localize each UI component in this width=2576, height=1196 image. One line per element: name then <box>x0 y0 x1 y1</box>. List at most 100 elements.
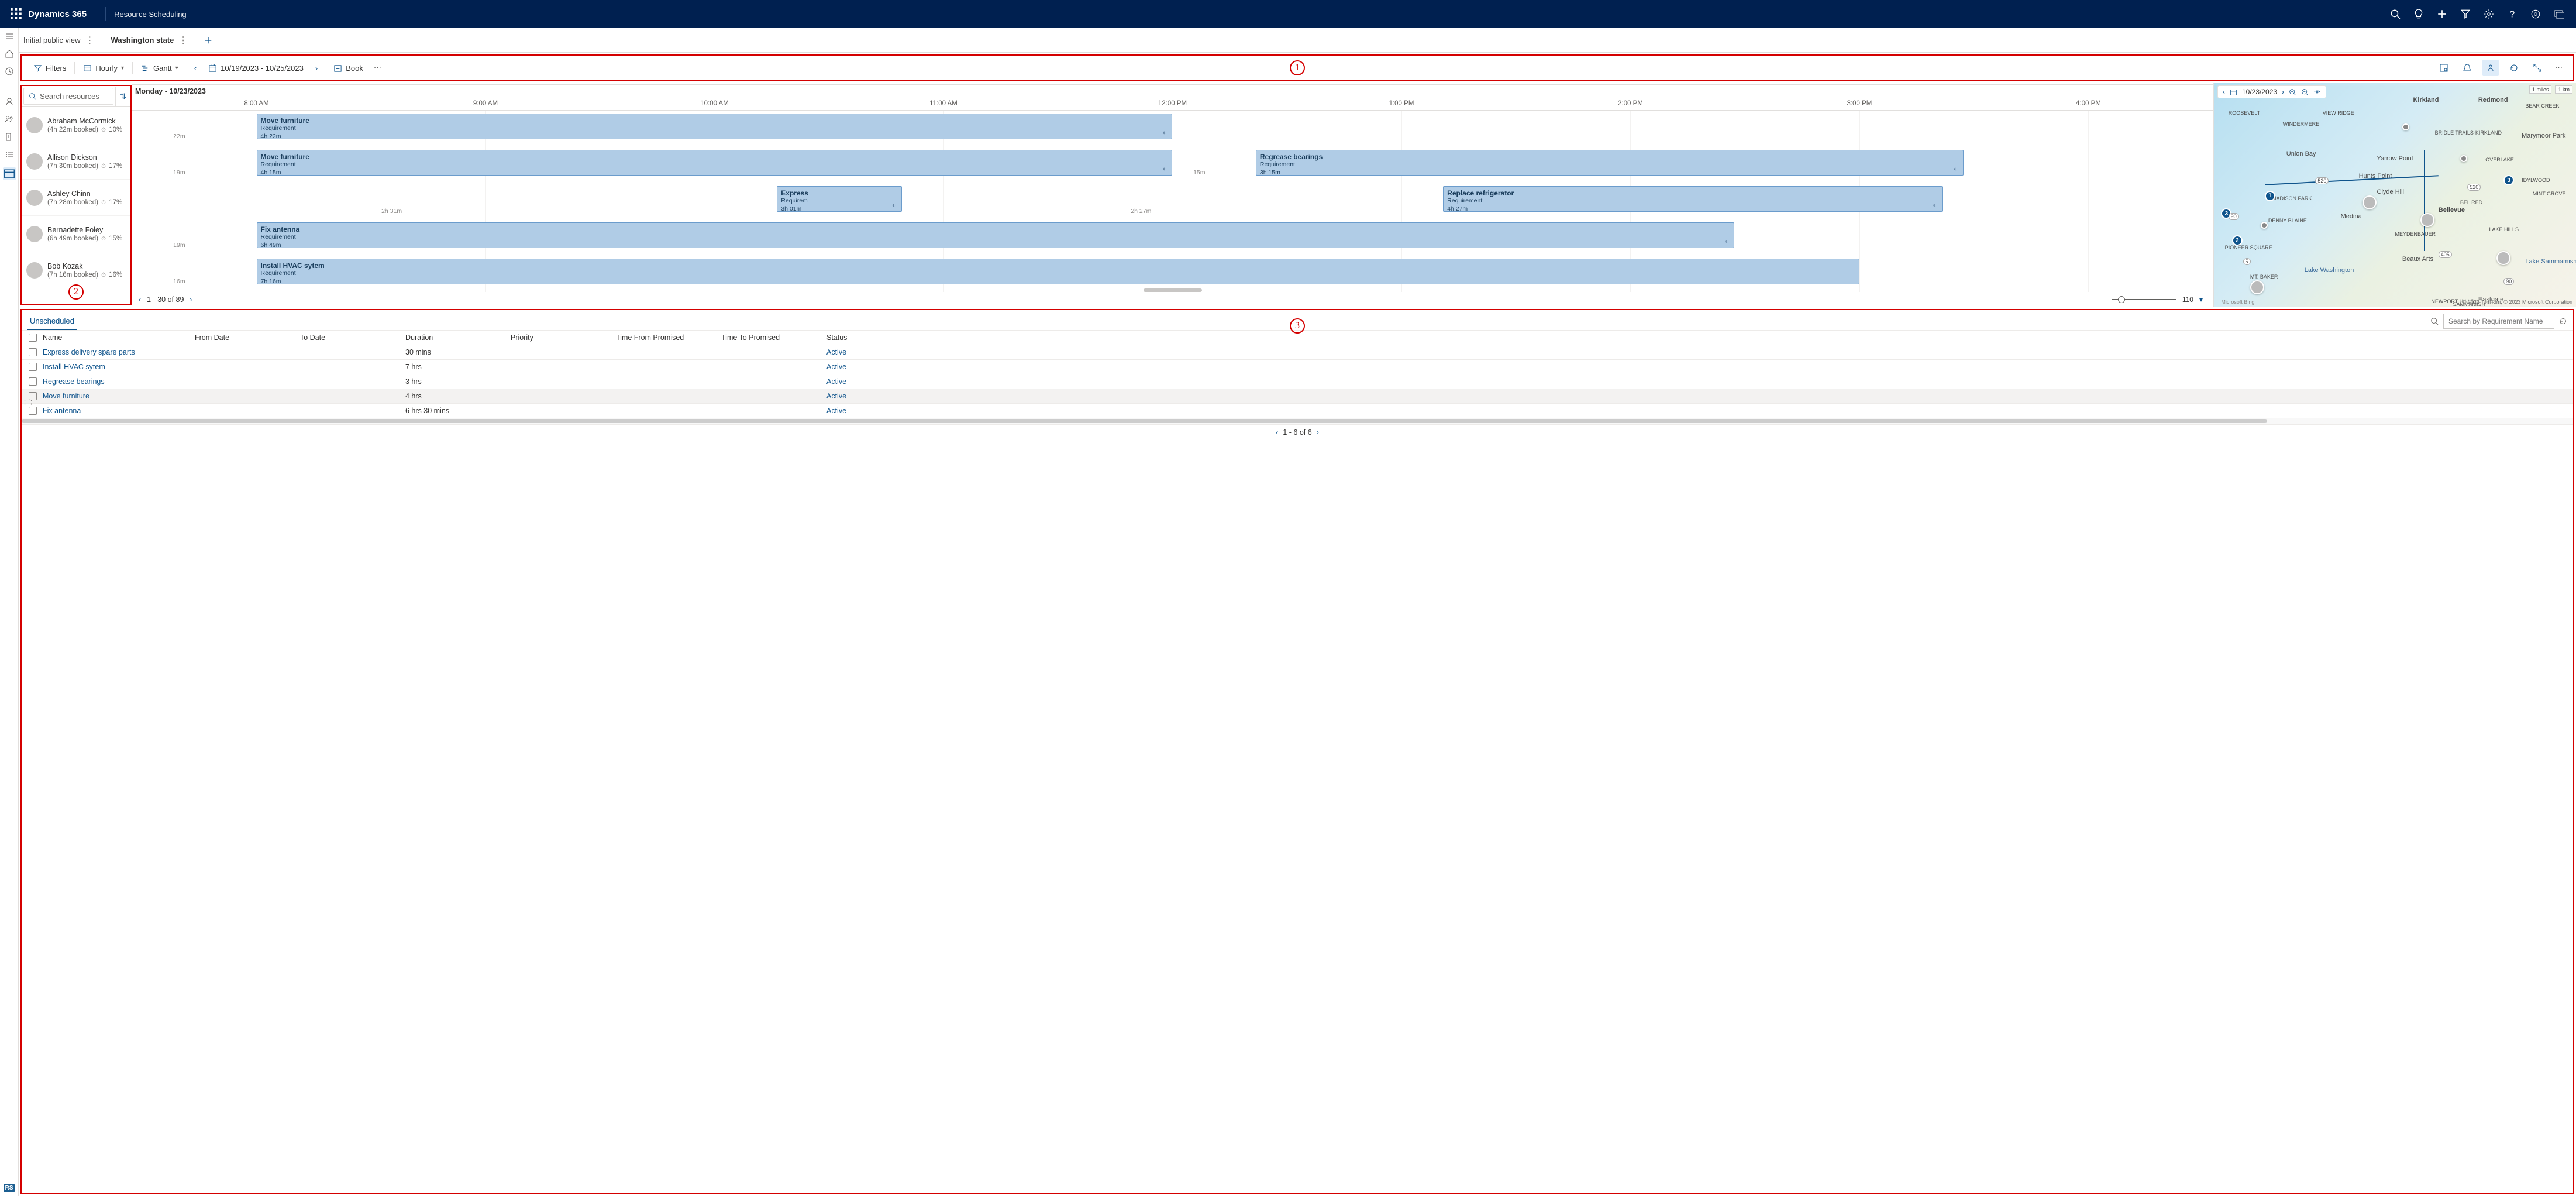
hourly-dropdown[interactable]: Hourly▾ <box>78 61 129 75</box>
col-duration[interactable]: Duration <box>405 334 511 342</box>
tab-unscheduled[interactable]: Unscheduled <box>27 313 77 330</box>
table-row[interactable]: Regrease bearings3 hrsActive <box>22 374 2573 389</box>
refresh-icon[interactable] <box>2559 317 2567 325</box>
legend-icon[interactable] <box>2482 60 2499 76</box>
table-row[interactable]: Move furniture4 hrsActive <box>22 389 2573 404</box>
map-panel[interactable]: ‹ 10/23/2023 › 1 miles1 km Kirkland Redm… <box>2213 83 2576 307</box>
view-current[interactable]: Washington state ⋮ <box>111 35 188 46</box>
select-all-checkbox[interactable] <box>29 334 37 342</box>
resource-search-input[interactable]: Search resources <box>23 88 113 105</box>
booking[interactable]: ExpressRequirem3h 01m◐ <box>777 186 902 212</box>
zoom-out-icon[interactable] <box>2301 88 2309 96</box>
row-checkbox[interactable] <box>29 407 37 415</box>
funnel-icon[interactable] <box>2460 9 2471 19</box>
req-name-link[interactable]: Install HVAC sytem <box>43 363 195 371</box>
hamburger-icon[interactable] <box>5 32 14 41</box>
booking[interactable]: Move furnitureRequirement4h 15m◐ <box>257 150 1173 176</box>
map-resource-pin[interactable] <box>2250 280 2264 294</box>
requirements-icon[interactable] <box>5 132 14 142</box>
booking[interactable]: Move furniture Requirement 4h 22m ◐ <box>257 114 1173 139</box>
resource-row[interactable]: Ashley Chinn(7h 28m booked) ⏱ 17% <box>22 180 130 216</box>
chat-icon[interactable] <box>2554 9 2564 19</box>
area-badge[interactable]: RS <box>4 1184 15 1192</box>
booking[interactable]: Install HVAC sytemRequirement7h 16m <box>257 259 1859 284</box>
row-checkbox[interactable] <box>29 377 37 386</box>
resource-row[interactable]: Allison Dickson(7h 30m booked) ⏱ 17% <box>22 143 130 180</box>
req-name-link[interactable]: Fix antenna <box>43 407 195 415</box>
more-icon[interactable]: ⋮ <box>85 35 95 46</box>
schedule-board-icon[interactable] <box>3 167 16 180</box>
resource-row[interactable]: Bob Kozak(7h 16m booked) ⏱ 16% <box>22 252 130 288</box>
drag-handle-icon[interactable]: ⋮⋮ <box>22 399 35 407</box>
map-dot[interactable] <box>2261 222 2268 229</box>
row-checkbox[interactable] <box>29 363 37 371</box>
more-icon[interactable]: ⋯ <box>2553 63 2566 73</box>
search-icon[interactable] <box>2430 317 2439 325</box>
zoom-in-icon[interactable] <box>2289 88 2296 96</box>
map-resource-pin[interactable] <box>2496 251 2510 265</box>
req-name-link[interactable]: Express delivery spare parts <box>43 348 195 356</box>
refresh-icon[interactable] <box>2506 60 2522 76</box>
wrench-icon[interactable] <box>2530 9 2541 19</box>
gear-icon[interactable] <box>2484 9 2494 19</box>
booking[interactable]: Regrease bearingsRequirement3h 15m◐ <box>1256 150 1964 176</box>
sort-icon[interactable]: ⇅ <box>115 87 130 106</box>
map-stop-1[interactable]: 1 <box>2265 191 2275 201</box>
next-page-icon[interactable]: › <box>1317 428 1319 437</box>
chevron-down-icon[interactable]: ▾ <box>2199 295 2203 304</box>
help-icon[interactable]: ? <box>2507 9 2518 19</box>
horizontal-scrollbar[interactable] <box>22 418 2573 424</box>
resource-icon[interactable] <box>5 97 14 106</box>
next-day-icon[interactable]: › <box>2282 88 2284 96</box>
requirement-search-input[interactable] <box>2443 314 2554 329</box>
date-range-picker[interactable]: 10/19/2023 - 10/25/2023 <box>204 61 308 75</box>
table-row[interactable]: Express delivery spare parts30 minsActiv… <box>22 345 2573 360</box>
prev-page-icon[interactable]: ‹ <box>139 295 141 304</box>
home-icon[interactable] <box>5 49 14 59</box>
resource-row[interactable]: Abraham McCormick(4h 22m booked) ⏱ 10% <box>22 107 130 143</box>
booking[interactable]: Replace refrigeratorRequirement4h 27m◐ <box>1443 186 1943 212</box>
map-resource-pin[interactable] <box>2363 195 2377 209</box>
row-checkbox[interactable] <box>29 348 37 356</box>
prev-day-icon[interactable]: ‹ <box>2223 88 2225 96</box>
req-name-link[interactable]: Move furniture <box>43 392 195 400</box>
col-to[interactable]: To Date <box>300 334 405 342</box>
list-icon[interactable] <box>5 150 14 159</box>
col-tfp[interactable]: Time From Promised <box>616 334 721 342</box>
req-name-link[interactable]: Regrease bearings <box>43 377 195 386</box>
filters-button[interactable]: Filters <box>29 61 71 75</box>
map-dot[interactable] <box>2402 123 2409 130</box>
col-from[interactable]: From Date <box>195 334 300 342</box>
resource-row[interactable]: Bernadette Foley(6h 49m booked) ⏱ 15% <box>22 216 130 252</box>
more-commands-icon[interactable]: ⋯ <box>371 63 385 73</box>
map-toggle-icon[interactable] <box>2436 60 2452 76</box>
next-range-button[interactable]: › <box>312 61 321 75</box>
zoom-slider[interactable] <box>2112 299 2176 300</box>
col-priority[interactable]: Priority <box>511 334 616 342</box>
next-page-icon[interactable]: › <box>190 295 192 304</box>
col-name[interactable]: Name <box>43 334 195 342</box>
prev-page-icon[interactable]: ‹ <box>1276 428 1278 437</box>
col-ttp[interactable]: Time To Promised <box>721 334 826 342</box>
map-stop-3b[interactable]: 3 <box>2503 175 2514 185</box>
booking[interactable]: Fix antennaRequirement6h 49m◐ <box>257 222 1735 248</box>
lightbulb-icon[interactable] <box>2413 9 2424 19</box>
table-row[interactable]: Fix antenna6 hrs 30 minsActive <box>22 404 2573 418</box>
alerts-icon[interactable] <box>2459 60 2475 76</box>
plus-icon[interactable] <box>2437 9 2447 19</box>
book-button[interactable]: Book <box>329 61 368 75</box>
add-view-icon[interactable] <box>204 36 212 44</box>
recent-icon[interactable] <box>5 67 14 76</box>
eye-icon[interactable] <box>2313 88 2321 96</box>
table-row[interactable]: Install HVAC sytem7 hrsActive <box>22 360 2573 374</box>
app-launcher-icon[interactable] <box>11 8 22 20</box>
map-date[interactable]: 10/23/2023 <box>2242 88 2277 96</box>
view-public[interactable]: Initial public view ⋮ <box>23 35 95 46</box>
map-resource-pin[interactable] <box>2420 213 2434 227</box>
people-icon[interactable] <box>5 115 14 124</box>
col-status[interactable]: Status <box>826 334 932 342</box>
map-dot[interactable] <box>2460 155 2467 162</box>
search-icon[interactable] <box>2390 9 2401 19</box>
prev-range-button[interactable]: ‹ <box>191 61 200 75</box>
gantt-dropdown[interactable]: Gantt▾ <box>136 61 183 75</box>
